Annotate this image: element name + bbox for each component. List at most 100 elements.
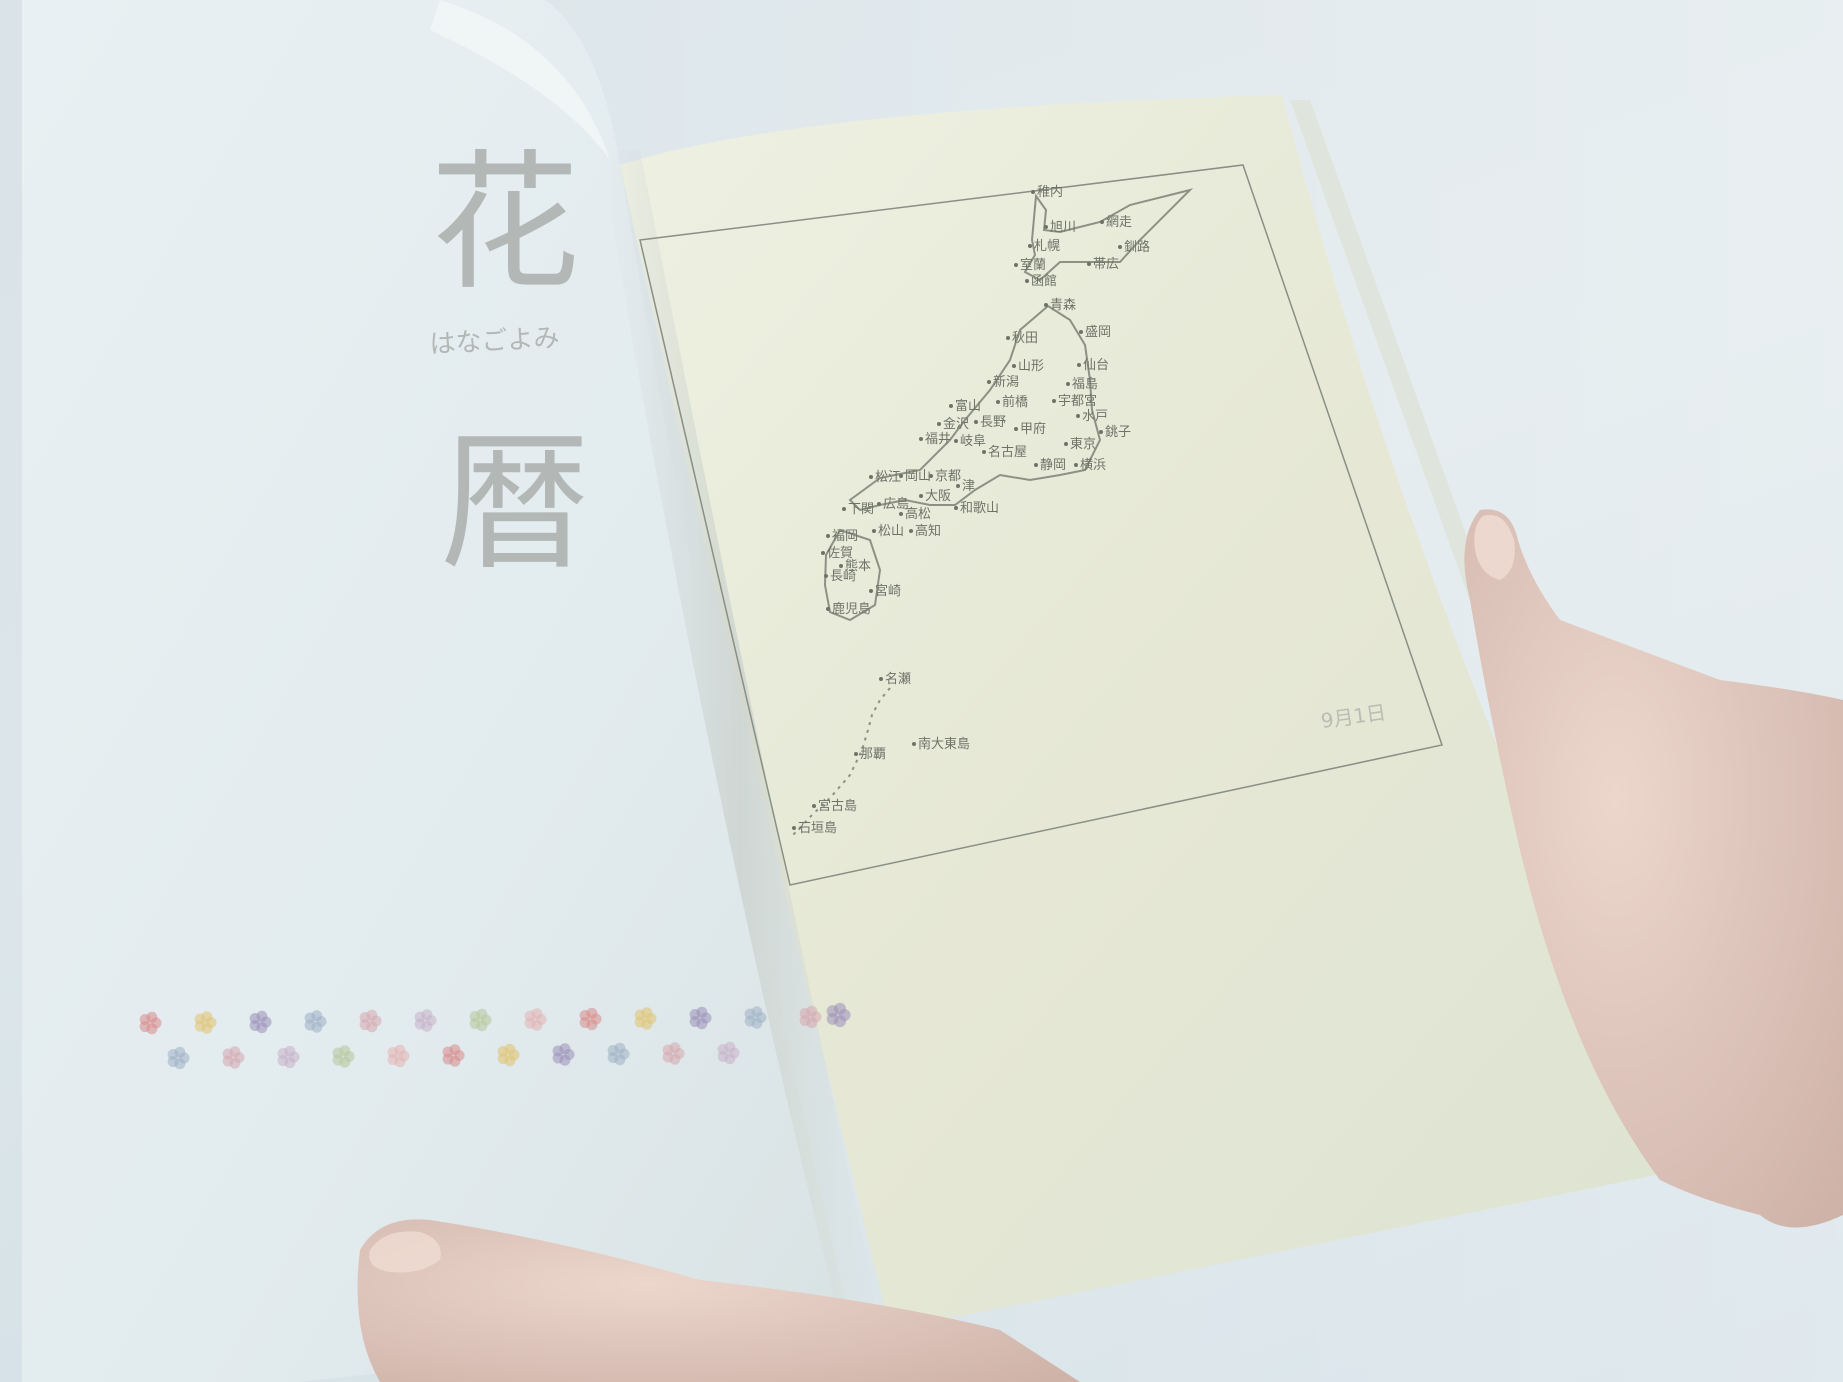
city-dot — [826, 607, 830, 611]
city-name: 函館 — [1031, 274, 1057, 289]
city-dot — [854, 752, 858, 756]
city-name: 帯広 — [1093, 257, 1119, 272]
city-name: 高松 — [905, 506, 931, 522]
city-name: 金沢 — [943, 416, 969, 432]
city-dot — [872, 529, 876, 533]
city-name: 釧路 — [1124, 239, 1150, 255]
city-dot — [1118, 245, 1122, 249]
city-dot — [956, 484, 960, 488]
city-label: 和歌山 — [954, 501, 999, 516]
city-name: 新潟 — [993, 374, 1019, 390]
city-dot — [1064, 442, 1068, 446]
city-name: 稚内 — [1037, 184, 1063, 200]
city-dot — [877, 502, 881, 506]
photo-scene: 花 はなごよみ 暦 稚内旭川 網走札幌 釧路室蘭 帯広函館青森秋田 盛岡山形 仙台新潟 福島… — [0, 0, 1843, 1382]
city-dot — [909, 529, 913, 533]
city-name: 宮古島 — [818, 798, 857, 814]
city-dot — [919, 494, 923, 498]
city-dot — [1099, 430, 1103, 434]
city-dot — [812, 804, 816, 808]
city-dot — [1014, 427, 1018, 431]
city-name: 旭川 — [1050, 220, 1076, 235]
city-name: 岡山 — [905, 469, 931, 484]
city-dot — [826, 534, 830, 538]
city-name: 石垣島 — [798, 821, 837, 836]
city-name: 福井 — [925, 432, 951, 447]
city-name: 札幌 — [1034, 238, 1060, 254]
city-label: 宇都宮 — [1052, 393, 1097, 409]
city-name: 秋田 — [1012, 331, 1038, 346]
city-dot — [1052, 399, 1056, 403]
city-name: 和歌山 — [960, 501, 999, 516]
city-name: 青森 — [1050, 298, 1076, 313]
city-name: 大阪 — [925, 489, 951, 504]
city-dot — [1012, 364, 1016, 368]
city-dot — [1100, 220, 1104, 224]
city-label: 宮古島 — [812, 798, 857, 814]
city-dot — [949, 404, 953, 408]
city-name: 高知 — [915, 523, 941, 539]
city-name: 静岡 — [1040, 458, 1066, 473]
city-dot — [929, 474, 933, 478]
city-name: 京都 — [935, 469, 961, 484]
city-dot — [1087, 262, 1091, 266]
city-name: 松山 — [878, 524, 904, 539]
city-dot — [821, 551, 825, 555]
city-dot — [869, 475, 873, 479]
title-char-hana: 花 — [430, 137, 580, 311]
city-dot — [1028, 244, 1032, 248]
city-name: 下関 — [848, 502, 874, 517]
city-name: 長野 — [980, 415, 1006, 430]
city-name: 名古屋 — [988, 444, 1027, 460]
city-dot — [1044, 303, 1048, 307]
city-dot — [919, 437, 923, 441]
city-dot — [974, 420, 978, 424]
city-dot — [899, 512, 903, 516]
city-dot — [1025, 279, 1029, 283]
city-name: 室蘭 — [1020, 257, 1046, 273]
city-name: 鹿児島 — [832, 601, 871, 617]
city-name: 岐阜 — [960, 433, 986, 449]
city-dot — [1006, 336, 1010, 340]
city-name: 福岡 — [832, 529, 858, 544]
city-label: 南大東島 — [912, 736, 970, 752]
city-dot — [996, 400, 1000, 404]
city-dot — [842, 507, 846, 511]
city-name: 横浜 — [1080, 458, 1106, 473]
city-name: 那覇 — [860, 747, 886, 762]
title-char-koyomi: 暦 — [440, 417, 590, 591]
city-name: 南大東島 — [918, 736, 970, 752]
city-name: 前橋 — [1002, 394, 1028, 410]
city-name: 銚子 — [1105, 425, 1131, 440]
city-dot — [1014, 263, 1018, 267]
city-dot — [1079, 330, 1083, 334]
city-name: 宮崎 — [875, 583, 901, 599]
city-dot — [954, 506, 958, 510]
city-dot — [937, 422, 941, 426]
city-name: 富山 — [955, 398, 981, 414]
city-name: 福島 — [1072, 377, 1098, 392]
city-name: 名瀬 — [885, 671, 911, 687]
city-dot — [1066, 382, 1070, 386]
city-dot — [1031, 190, 1035, 194]
city-name: 仙台 — [1083, 358, 1109, 373]
city-label: 名古屋 — [982, 444, 1027, 460]
city-name: 水戸 — [1082, 409, 1108, 424]
city-dot — [879, 677, 883, 681]
city-dot — [954, 439, 958, 443]
city-name: 東京 — [1070, 436, 1096, 452]
city-dot — [839, 564, 843, 568]
city-name: 松江 — [875, 470, 901, 485]
city-name: 網走 — [1106, 215, 1132, 230]
city-dot — [1077, 363, 1081, 367]
city-name: 盛岡 — [1085, 325, 1111, 340]
city-label: 鹿児島 — [826, 601, 871, 617]
city-dot — [1044, 225, 1048, 229]
city-label: 石垣島 — [792, 821, 837, 836]
city-dot — [1076, 414, 1080, 418]
city-name: 宇都宮 — [1058, 393, 1097, 409]
city-dot — [1074, 463, 1078, 467]
city-name: 津 — [962, 479, 975, 494]
city-dot — [912, 742, 916, 746]
city-name: 長崎 — [830, 569, 856, 584]
